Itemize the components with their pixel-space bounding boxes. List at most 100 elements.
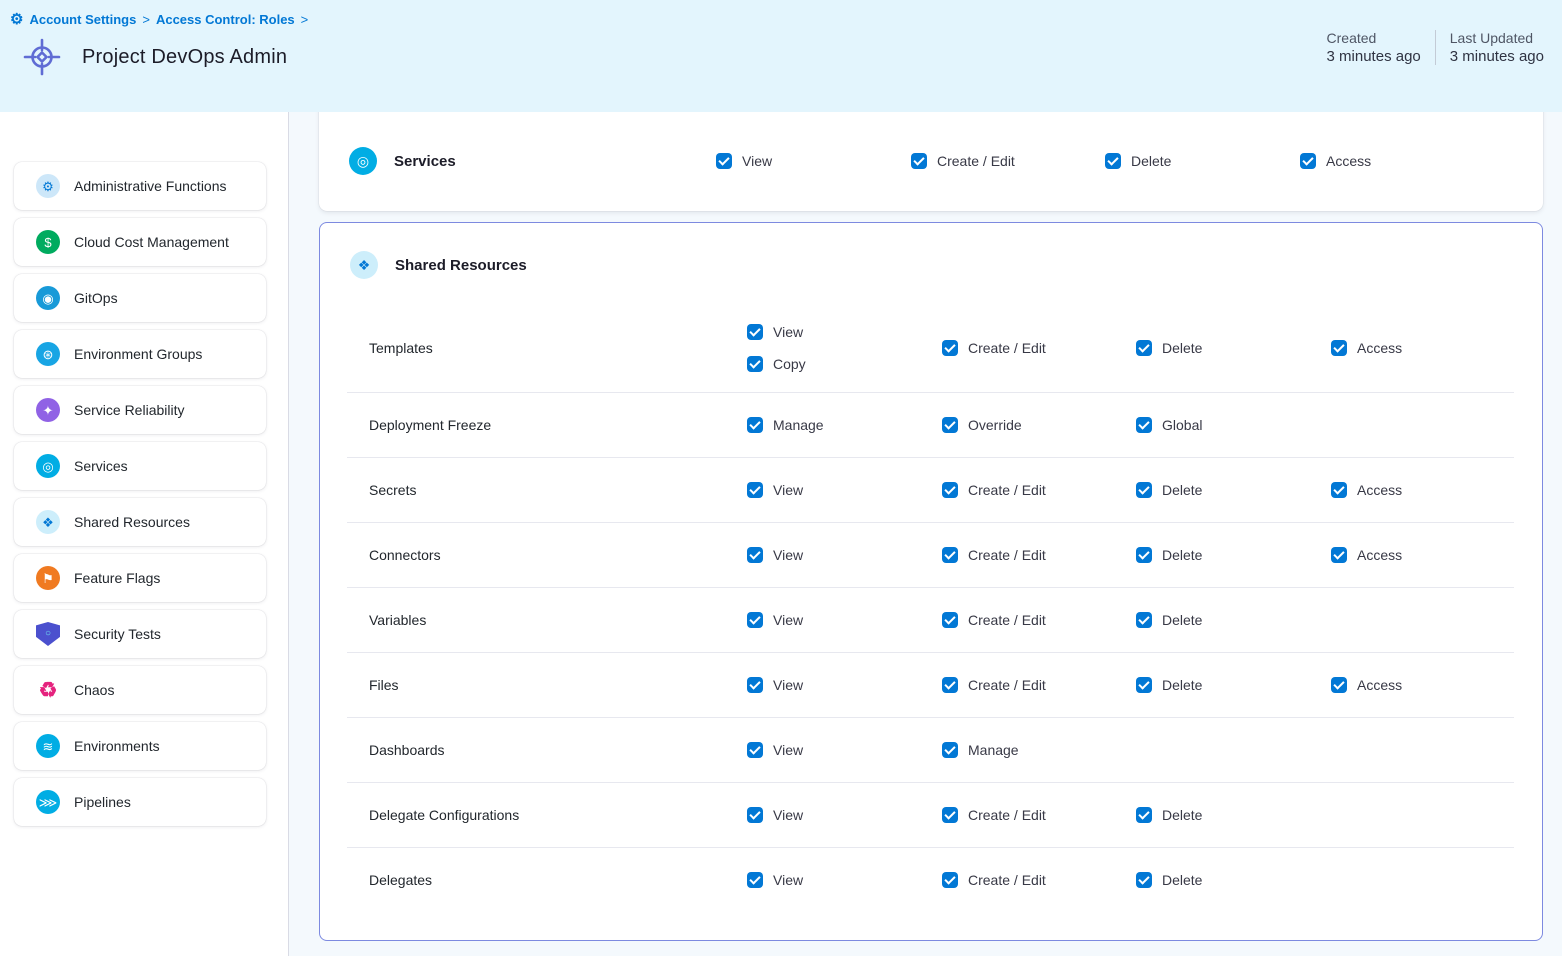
shared-resources-permissions-card: ❖ Shared Resources Templates View Copy (319, 222, 1543, 941)
shared-resources-card-title: Shared Resources (395, 257, 527, 274)
checkbox-checked[interactable] (747, 742, 763, 758)
connectors-delete-checkbox[interactable]: Delete (1136, 547, 1202, 563)
checkbox-checked[interactable] (942, 417, 958, 433)
files-create-edit-checkbox[interactable]: Create / Edit (942, 677, 1046, 693)
checkbox-checked[interactable] (747, 872, 763, 888)
checkbox-checked[interactable] (942, 340, 958, 356)
checkbox-checked[interactable] (1300, 153, 1316, 169)
checkbox-checked[interactable] (747, 547, 763, 563)
services-access-checkbox[interactable]: Access (1300, 153, 1371, 169)
files-access-checkbox[interactable]: Access (1331, 677, 1402, 693)
dashboards-manage-checkbox[interactable]: Manage (942, 742, 1019, 758)
files-view-checkbox[interactable]: View (747, 677, 803, 693)
checkbox-checked[interactable] (942, 547, 958, 563)
templates-delete-checkbox[interactable]: Delete (1136, 340, 1202, 356)
resource-category-sidebar: ⚙ Administrative Functions $ Cloud Cost … (0, 112, 289, 956)
templates-create-edit-checkbox[interactable]: Create / Edit (942, 340, 1046, 356)
services-view-checkbox[interactable]: View (716, 153, 772, 169)
sidebar-item-chaos[interactable]: ♻ Chaos (14, 666, 266, 714)
templates-access-checkbox[interactable]: Access (1331, 340, 1402, 356)
permission-row-variables: Variables View Create / Edit (347, 587, 1514, 652)
services-icon: ◎ (349, 147, 377, 175)
checkbox-checked[interactable] (747, 356, 763, 372)
variables-create-edit-checkbox[interactable]: Create / Edit (942, 612, 1046, 628)
sidebar-item-shared-resources[interactable]: ❖ Shared Resources (14, 498, 266, 546)
dashboards-view-checkbox[interactable]: View (747, 742, 803, 758)
checkbox-checked[interactable] (942, 872, 958, 888)
variables-view-checkbox[interactable]: View (747, 612, 803, 628)
deployment-freeze-override-checkbox[interactable]: Override (942, 417, 1022, 433)
breadcrumb-link-access-control-roles[interactable]: Access Control: Roles (156, 12, 295, 27)
checkbox-checked[interactable] (747, 482, 763, 498)
cloud-dollar-icon: $ (36, 230, 60, 254)
templates-view-checkbox[interactable]: View (747, 324, 803, 340)
checkbox-checked[interactable] (1331, 547, 1347, 563)
checkbox-checked[interactable] (747, 677, 763, 693)
checkbox-checked[interactable] (716, 153, 732, 169)
checkbox-checked[interactable] (1136, 417, 1152, 433)
checkbox-checked[interactable] (942, 807, 958, 823)
secrets-create-edit-checkbox[interactable]: Create / Edit (942, 482, 1046, 498)
sidebar-item-gitops[interactable]: ◉ GitOps (14, 274, 266, 322)
connectors-access-checkbox[interactable]: Access (1331, 547, 1402, 563)
chaos-icon: ♻ (36, 678, 60, 702)
deployment-freeze-manage-checkbox[interactable]: Manage (747, 417, 824, 433)
secrets-delete-checkbox[interactable]: Delete (1136, 482, 1202, 498)
variables-delete-checkbox[interactable]: Delete (1136, 612, 1202, 628)
secrets-access-checkbox[interactable]: Access (1331, 482, 1402, 498)
checkbox-checked[interactable] (942, 482, 958, 498)
sidebar-item-services[interactable]: ◎ Services (14, 442, 266, 490)
last-updated-label: Last Updated (1450, 30, 1544, 46)
permission-row-connectors: Connectors View Create / Edit (347, 522, 1514, 587)
checkbox-checked[interactable] (747, 417, 763, 433)
delegates-delete-checkbox[interactable]: Delete (1136, 872, 1202, 888)
checkbox-checked[interactable] (1136, 872, 1152, 888)
created-label: Created (1327, 30, 1421, 46)
secrets-view-checkbox[interactable]: View (747, 482, 803, 498)
delegate-configurations-create-edit-checkbox[interactable]: Create / Edit (942, 807, 1046, 823)
sidebar-item-security-tests[interactable]: ○ Security Tests (14, 610, 266, 658)
checkbox-checked[interactable] (942, 677, 958, 693)
sidebar-item-environment-groups[interactable]: ⊛ Environment Groups (14, 330, 266, 378)
breadcrumb-link-account-settings[interactable]: Account Settings (29, 12, 136, 27)
sidebar-item-service-reliability[interactable]: ✦ Service Reliability (14, 386, 266, 434)
checkbox-checked[interactable] (911, 153, 927, 169)
checkbox-checked[interactable] (747, 807, 763, 823)
checkbox-checked[interactable] (1331, 340, 1347, 356)
checkbox-checked[interactable] (1136, 340, 1152, 356)
checkbox-checked[interactable] (1136, 677, 1152, 693)
role-target-icon (22, 37, 62, 77)
delegate-configurations-view-checkbox[interactable]: View (747, 807, 803, 823)
role-meta: Created 3 minutes ago Last Updated 3 min… (1327, 30, 1544, 65)
checkbox-checked[interactable] (1136, 807, 1152, 823)
checkbox-checked[interactable] (942, 612, 958, 628)
sidebar-item-pipelines[interactable]: ⋙ Pipelines (14, 778, 266, 826)
delegates-view-checkbox[interactable]: View (747, 872, 803, 888)
checkbox-checked[interactable] (1331, 482, 1347, 498)
breadcrumb: ⚙ Account Settings > Access Control: Rol… (10, 12, 1544, 27)
checkbox-checked[interactable] (1105, 153, 1121, 169)
services-create-edit-checkbox[interactable]: Create / Edit (911, 153, 1015, 169)
sidebar-item-feature-flags[interactable]: ⚑ Feature Flags (14, 554, 266, 602)
delegate-configurations-delete-checkbox[interactable]: Delete (1136, 807, 1202, 823)
checkbox-checked[interactable] (942, 742, 958, 758)
sidebar-item-administrative-functions[interactable]: ⚙ Administrative Functions (14, 162, 266, 210)
checkbox-checked[interactable] (1136, 547, 1152, 563)
services-delete-checkbox[interactable]: Delete (1105, 153, 1171, 169)
delegates-create-edit-checkbox[interactable]: Create / Edit (942, 872, 1046, 888)
checkbox-checked[interactable] (747, 612, 763, 628)
checkbox-checked[interactable] (1136, 482, 1152, 498)
files-delete-checkbox[interactable]: Delete (1136, 677, 1202, 693)
templates-copy-checkbox[interactable]: Copy (747, 356, 806, 372)
security-shield-icon: ○ (36, 622, 60, 646)
sidebar-item-cloud-cost-management[interactable]: $ Cloud Cost Management (14, 218, 266, 266)
sidebar-item-environments[interactable]: ≋ Environments (14, 722, 266, 770)
checkbox-checked[interactable] (747, 324, 763, 340)
connectors-view-checkbox[interactable]: View (747, 547, 803, 563)
breadcrumb-separator: > (142, 12, 150, 27)
deployment-freeze-global-checkbox[interactable]: Global (1136, 417, 1202, 433)
feature-flags-icon: ⚑ (36, 566, 60, 590)
checkbox-checked[interactable] (1136, 612, 1152, 628)
checkbox-checked[interactable] (1331, 677, 1347, 693)
connectors-create-edit-checkbox[interactable]: Create / Edit (942, 547, 1046, 563)
